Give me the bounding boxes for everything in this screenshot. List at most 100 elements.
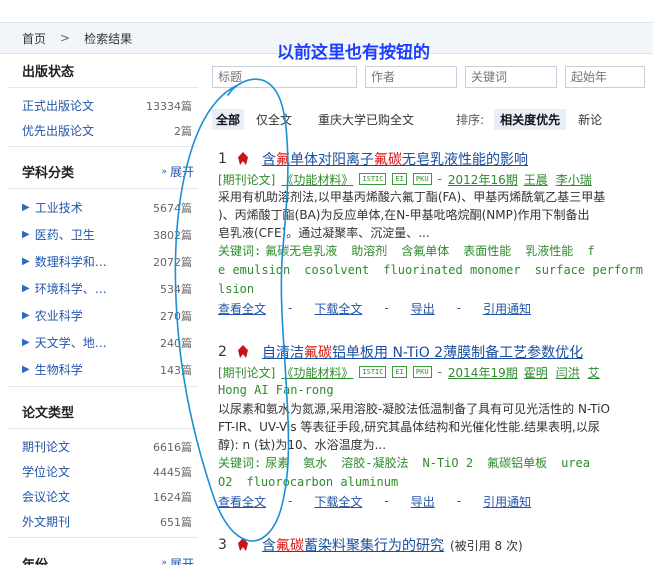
paper-type-item[interactable]: 学位论文 4445篇 [8, 459, 198, 484]
index-badge: PKU [412, 366, 432, 378]
subject-item[interactable]: ▶ 生物科学 143篇 [8, 356, 198, 383]
title-input[interactable] [212, 66, 357, 88]
author-link[interactable]: 闫洪 [556, 364, 580, 381]
result-title-link[interactable]: 含氟碳蓄染料聚集行为的研究 [262, 535, 444, 555]
paper-type-item[interactable]: 外文期刊 651篇 [8, 509, 198, 534]
keyword[interactable]: 表面性能 [463, 244, 511, 258]
paper-types-header: 论文类型 [8, 395, 198, 429]
tab-fulltext[interactable]: 仅全文 [252, 109, 296, 130]
sort-newest[interactable]: 新论 [572, 109, 608, 130]
author-link[interactable]: 王晨 [524, 171, 548, 188]
filter-item-priority[interactable]: 优先出版论文 2篇 [8, 118, 198, 143]
breadcrumb-home-link[interactable]: 首页 [22, 30, 46, 47]
subject-label[interactable]: 环境科学、… [35, 280, 107, 297]
keyword[interactable]: 氟碳铝单板 [487, 456, 547, 470]
pdf-icon[interactable] [236, 344, 250, 360]
year-expand-button[interactable]: » 展开 [161, 555, 194, 565]
download-fulltext-link[interactable]: 下载全文 [314, 300, 362, 317]
journal-link[interactable]: 《功能材料》 [281, 171, 353, 188]
keyword[interactable]: urea [561, 456, 590, 470]
subject-item[interactable]: ▶ 医药、卫生 3802篇 [8, 221, 198, 248]
paper-type-label[interactable]: 学位论文 [22, 463, 70, 480]
keyword[interactable]: 助溶剂 [351, 244, 387, 258]
keywords-label: 关键词: [218, 456, 262, 470]
subject-item[interactable]: ▶ 天文学、地… 240篇 [8, 329, 198, 356]
subject-label[interactable]: 生物科学 [35, 361, 83, 378]
author-input[interactable] [365, 66, 457, 88]
result-item: 1 含氟单体对阳离子氟碳无皂乳液性能的影响 [期刊论文] 《功能材料》 ISTI… [218, 148, 653, 317]
pdf-icon[interactable] [236, 151, 250, 167]
tab-cqu-purchased[interactable]: 重庆大学已购全文 [314, 109, 418, 130]
view-fulltext-link[interactable]: 查看全文 [218, 493, 266, 510]
subject-label[interactable]: 数理科学和… [35, 253, 107, 270]
cite-notify-link[interactable]: 引用通知 [483, 493, 531, 510]
pdf-icon[interactable] [236, 537, 250, 553]
title-text: 蓄染料聚集行为的研究 [304, 538, 444, 554]
issue-link[interactable]: 2012年16期 [448, 171, 518, 188]
paper-type-item[interactable]: 期刊论文 6616篇 [8, 434, 198, 459]
authors-en: Hong AI Fan-rong [218, 383, 334, 397]
issue-link[interactable]: 2014年19期 [448, 364, 518, 381]
keyword[interactable]: 含氟单体 [401, 244, 449, 258]
triangle-right-icon: ▶ [22, 256, 30, 267]
subject-label[interactable]: 农业科学 [35, 307, 83, 324]
keywords-en: e emulsion cosolvent fluorinated monomer su… [218, 261, 653, 280]
result-title-link[interactable]: 含氟单体对阳离子氟碳无皂乳液性能的影响 [262, 149, 528, 169]
keyword[interactable]: 氟碳无皂乳液 [265, 244, 337, 258]
subjects-expand-button[interactable]: » 展开 [161, 163, 194, 180]
keyword[interactable]: 乳液性能 [525, 244, 573, 258]
subject-label[interactable]: 天文学、地… [35, 334, 107, 351]
subject-item[interactable]: ▶ 数理科学和… 2072篇 [8, 248, 198, 275]
keywords-label: 关键词: [218, 244, 262, 258]
paper-type-label[interactable]: 会议论文 [22, 488, 70, 505]
subject-label[interactable]: 医药、卫生 [35, 226, 95, 243]
export-link[interactable]: 导出 [411, 300, 435, 317]
author-link[interactable]: 艾 [588, 364, 600, 381]
year-header: 年份 » 展开 [8, 546, 198, 565]
subject-item[interactable]: ▶ 工业技术 5674篇 [8, 194, 198, 221]
keyword[interactable]: 尿素 [265, 456, 289, 470]
download-fulltext-link[interactable]: 下载全文 [314, 493, 362, 510]
keyword[interactable]: O2 [218, 475, 232, 489]
action-sep: - [288, 301, 293, 315]
result-meta: [期刊论文] 《功能材料》 ISTIC EI PKU - 2012年16期 王晨… [218, 170, 653, 188]
index-badge: ISTIC [359, 173, 387, 185]
subject-item[interactable]: ▶ 环境科学、… 534篇 [8, 275, 198, 302]
keyword[interactable]: 氨水 [303, 456, 327, 470]
keyword[interactable]: N-TiO 2 [423, 456, 474, 470]
publish-status-title: 出版状态 [22, 65, 75, 80]
keyword[interactable]: fluorinated monomer [383, 263, 520, 277]
subject-label[interactable]: 工业技术 [35, 199, 83, 216]
tab-all[interactable]: 全部 [212, 108, 245, 130]
paper-type-item[interactable]: 会议论文 1624篇 [8, 484, 198, 509]
refine-search-row [212, 66, 653, 92]
filter-item-formal[interactable]: 正式出版论文 13334篇 [8, 93, 198, 118]
author-link[interactable]: 霍明 [524, 364, 548, 381]
sort-relevance[interactable]: 相关度优先 [494, 108, 567, 130]
subject-count: 5674篇 [153, 201, 192, 215]
keyword[interactable]: surface perform [535, 263, 643, 277]
keyword[interactable]: cosolvent [304, 263, 369, 277]
cite-notify-link[interactable]: 引用通知 [483, 300, 531, 317]
keyword-input[interactable] [465, 66, 557, 88]
keyword[interactable]: fluorocarbon aluminum [246, 475, 398, 489]
keyword[interactable]: f [587, 244, 594, 258]
journal-link[interactable]: 《功能材料》 [281, 364, 353, 381]
view-fulltext-link[interactable]: 查看全文 [218, 300, 266, 317]
subjects-title: 学科分类 [22, 166, 75, 181]
keyword[interactable]: 溶胶-凝胶法 [341, 456, 408, 470]
result-title-link[interactable]: 自清洁氟碳铝单板用 N-TiO 2薄膜制备工艺参数优化 [262, 342, 583, 362]
keyword[interactable]: e emulsion [218, 263, 290, 277]
export-link[interactable]: 导出 [411, 493, 435, 510]
paper-type-label[interactable]: 期刊论文 [22, 438, 70, 455]
filter-item-label[interactable]: 优先出版论文 [22, 122, 94, 139]
filter-item-label[interactable]: 正式出版论文 [22, 97, 94, 114]
abstract-line: 皂乳液(CFE)。通过凝聚率、沉淀量、... [218, 226, 430, 240]
subject-item[interactable]: ▶ 农业科学 270篇 [8, 302, 198, 329]
author-link[interactable]: 李小瑞 [556, 171, 592, 188]
start-year-input[interactable] [565, 66, 645, 88]
abstract-line: 醇): n (钛)为10、水浴温度为... [218, 438, 387, 452]
paper-type-label[interactable]: 外文期刊 [22, 513, 70, 530]
title-highlight: 氟 [276, 152, 290, 168]
year-title: 年份 [22, 557, 49, 565]
